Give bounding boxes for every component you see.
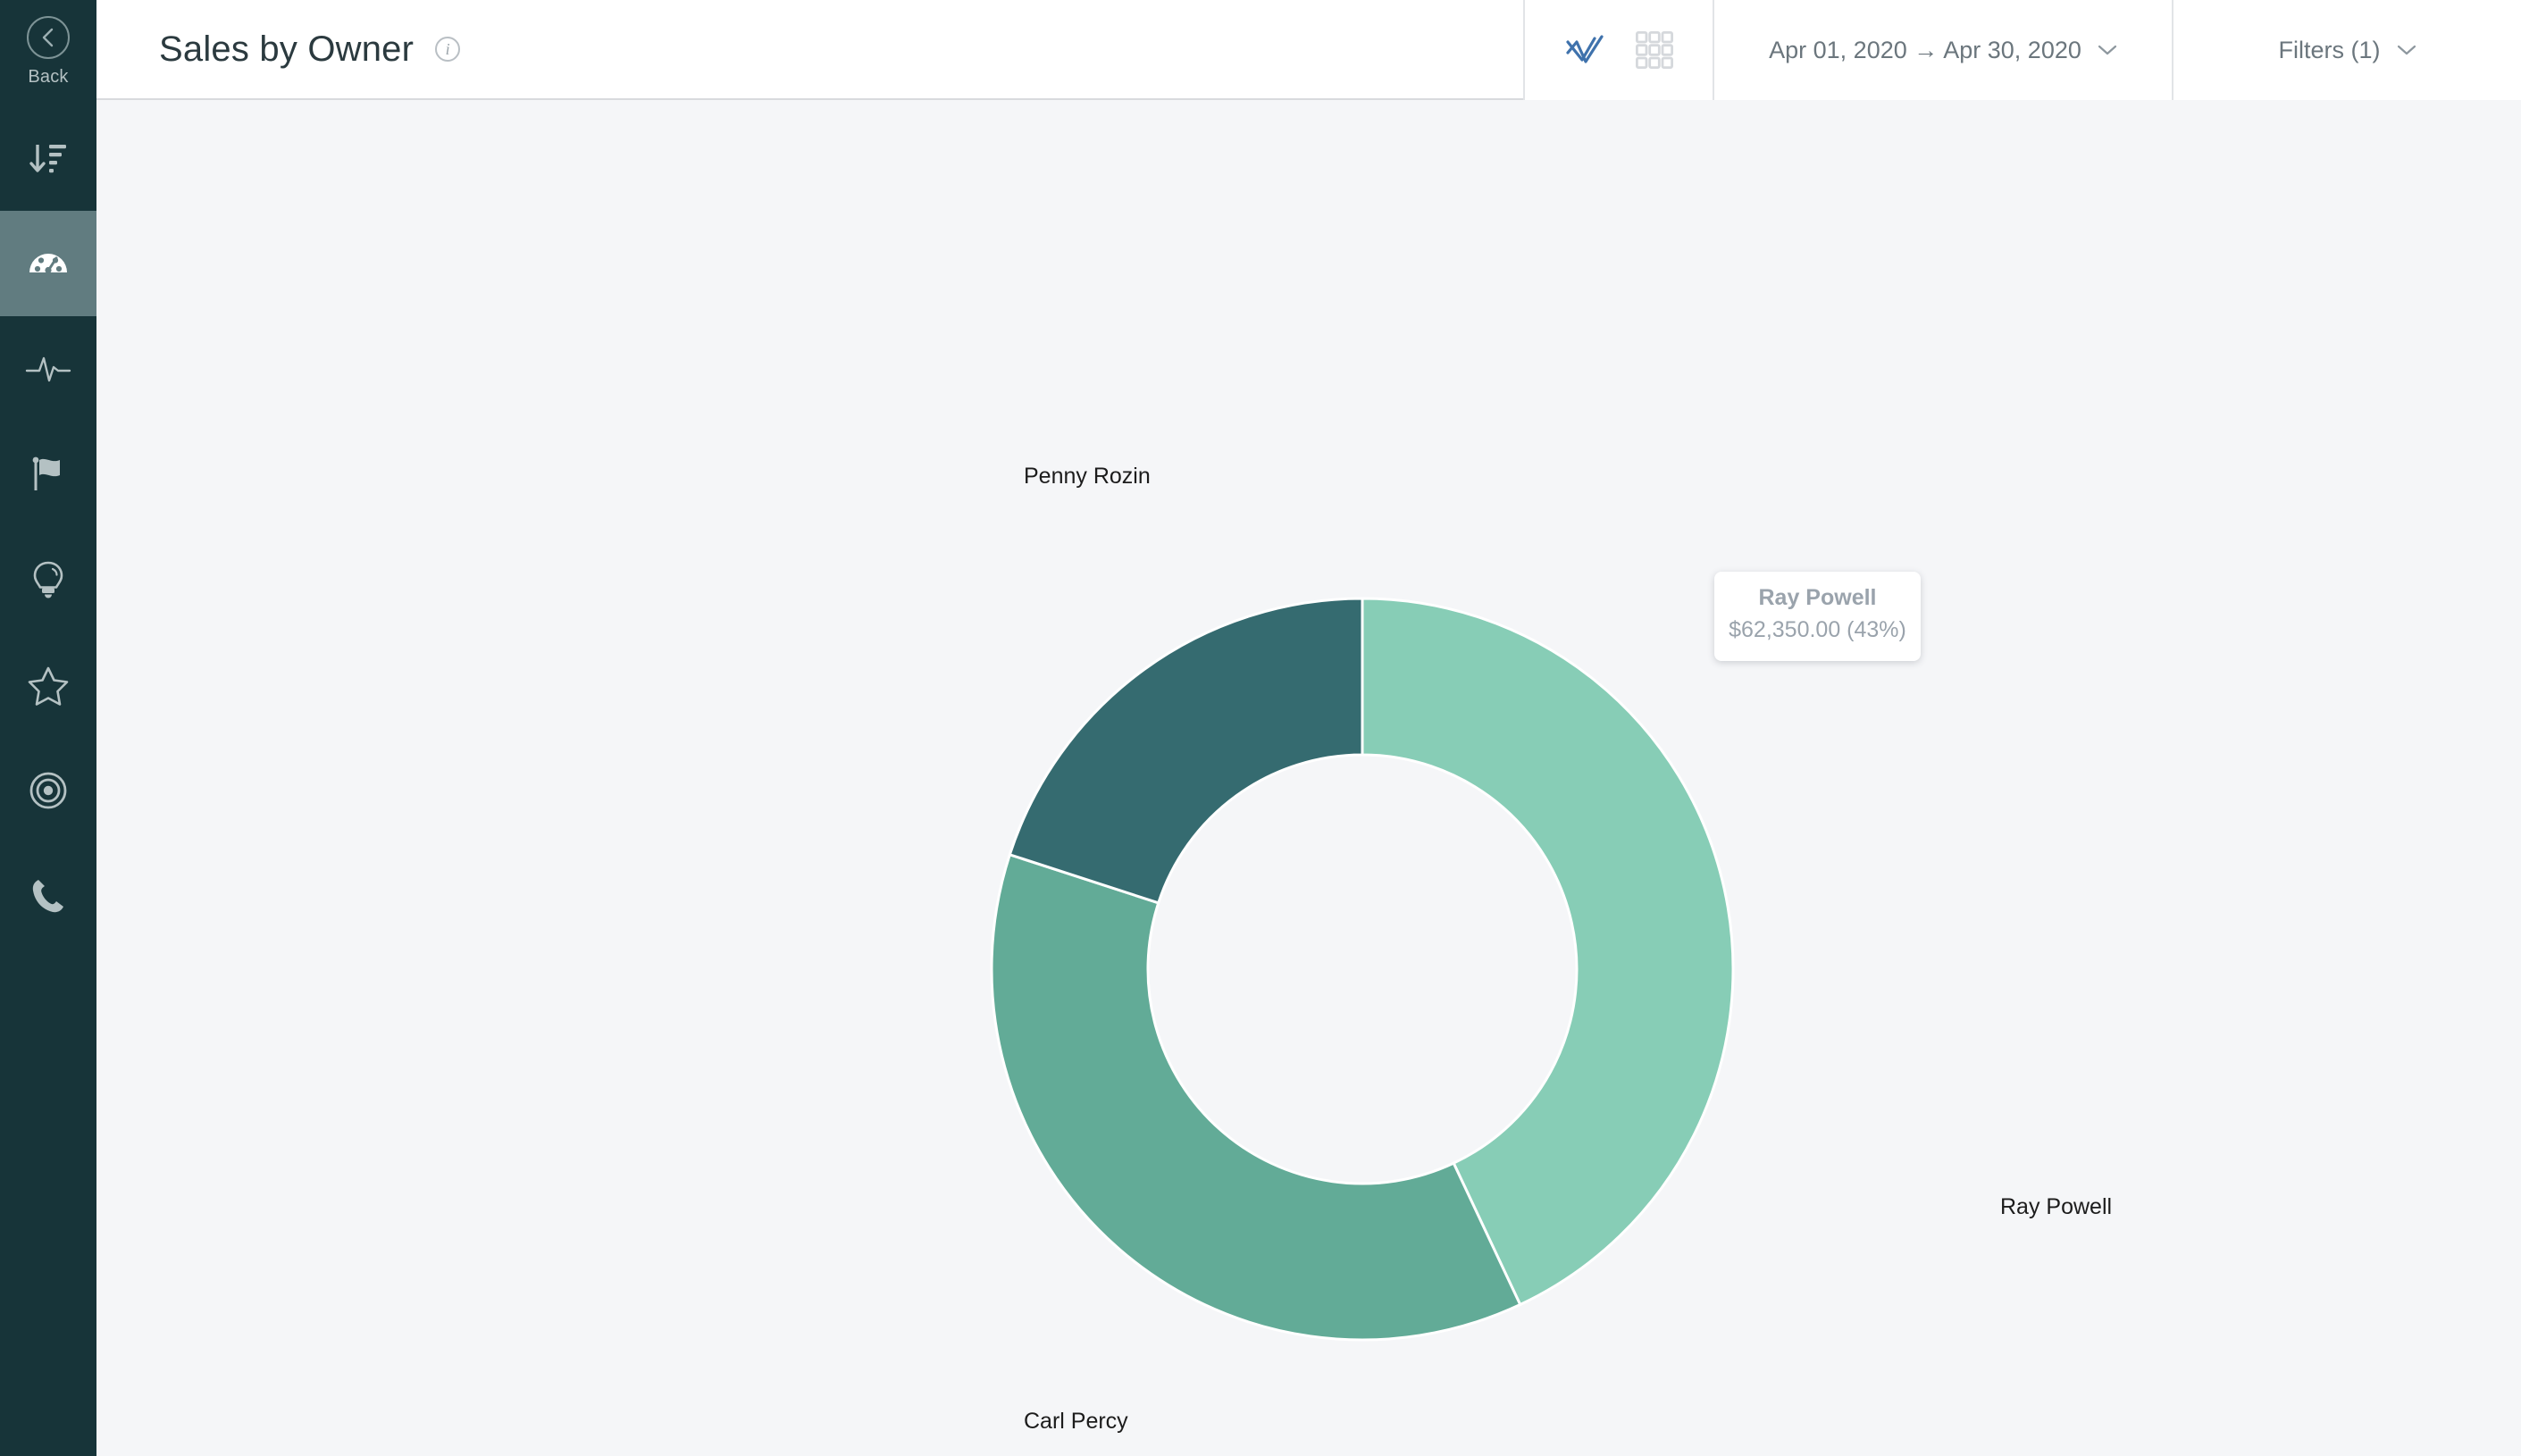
sidebar-item-favorites[interactable]	[0, 632, 96, 738]
grid-icon	[1636, 31, 1673, 69]
slice-label-penny-rozin: Penny Rozin	[1024, 464, 1151, 489]
page-title: Sales by Owner	[159, 29, 415, 69]
date-range-selector[interactable]: Apr 01, 2020 → Apr 30, 2020	[1714, 0, 2172, 100]
sidebar-item-sort-descending[interactable]	[0, 105, 96, 211]
date-range-label: Apr 01, 2020 → Apr 30, 2020	[1769, 36, 2081, 63]
donut-slice[interactable]	[1008, 597, 1364, 905]
back-button[interactable]: Back	[0, 0, 96, 105]
main-area: Sales by Owner i Apr 01, 2020 → Apr 30, …	[96, 0, 2521, 1456]
slice-label-carl-percy: Carl Percy	[1024, 1409, 1128, 1434]
chevron-left-glyph	[42, 28, 54, 47]
slice-label-ray-powell: Ray Powell	[2000, 1194, 2113, 1219]
donut-slice[interactable]	[990, 852, 1522, 1342]
sidebar-item-insights[interactable]	[0, 527, 96, 632]
sidebar-item-activity[interactable]	[0, 316, 96, 422]
title-zone: Sales by Owner i	[96, 0, 1523, 100]
sidebar-item-dashboard[interactable]	[0, 211, 96, 316]
chevron-left-icon	[27, 16, 70, 59]
app-root: Back Sales by Owner i Apr 01, 2020 → Apr…	[0, 0, 2521, 1456]
sort-descending-icon	[29, 145, 66, 173]
chevron-down-glyph	[2098, 45, 2116, 55]
chart-view-button[interactable]	[1564, 31, 1605, 69]
sidebar-item-goals-flag[interactable]	[0, 422, 96, 527]
donut-chart	[990, 597, 1735, 1342]
table-view-button[interactable]	[1636, 31, 1673, 69]
flag-icon	[32, 456, 60, 490]
filters-label: Filters (1)	[2278, 36, 2381, 63]
info-icon[interactable]: i	[435, 37, 461, 62]
chevron-down-glyph-2	[2397, 45, 2416, 55]
chart-canvas: Penny Rozin Ray Powell Carl Percy Ray Po…	[96, 100, 2521, 1456]
bullseye-icon	[29, 772, 67, 809]
chevron-down-icon-2	[2397, 44, 2416, 56]
lightbulb-icon	[33, 561, 63, 598]
sidebar-item-targets[interactable]	[0, 738, 96, 843]
chevron-down-icon	[2098, 44, 2117, 56]
top-toolbar: Sales by Owner i Apr 01, 2020 → Apr 30, …	[96, 0, 2521, 100]
gauge-icon	[29, 254, 67, 274]
phone-icon	[32, 880, 63, 913]
line-chart-icon	[1566, 35, 1604, 63]
filters-selector[interactable]: Filters (1)	[2173, 0, 2521, 100]
sidebar-item-calls[interactable]	[0, 843, 96, 949]
donut-slice-group	[990, 597, 1735, 1342]
pulse-icon	[25, 356, 71, 382]
star-icon	[28, 666, 69, 706]
view-toggle-group	[1525, 0, 1713, 100]
sidebar: Back	[0, 0, 96, 1456]
back-label: Back	[28, 67, 69, 87]
